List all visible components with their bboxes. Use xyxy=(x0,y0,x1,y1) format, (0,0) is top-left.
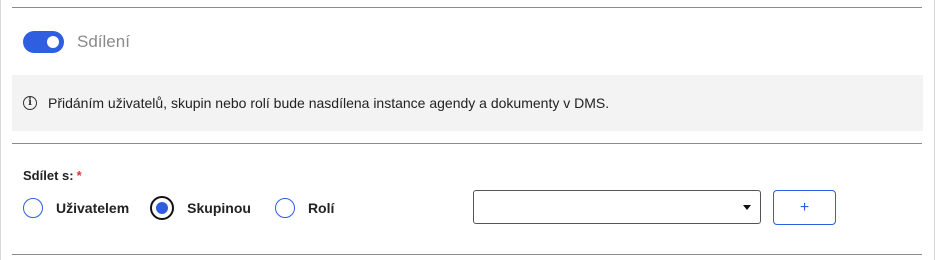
radio-groups-circle[interactable] xyxy=(150,196,175,220)
info-text: Přidáním uživatelů, skupin nebo rolí bud… xyxy=(48,95,610,111)
chevron-down-icon xyxy=(743,205,751,210)
divider-middle xyxy=(12,143,922,144)
radio-roles-circle[interactable] xyxy=(274,198,295,218)
radio-option-groups[interactable]: Skupinou xyxy=(150,196,251,220)
required-marker: * xyxy=(76,168,82,183)
radio-roles-label[interactable]: Rolí xyxy=(308,200,334,216)
sharing-panel: Sdílení i Přidáním uživatelů, skupin neb… xyxy=(0,0,935,260)
sharing-toggle[interactable] xyxy=(23,31,64,53)
divider-top xyxy=(12,7,922,8)
radio-option-users[interactable]: Uživatelem xyxy=(23,198,129,218)
share-type-radio-group: Uživatelem Skupinou Rolí xyxy=(23,196,334,220)
sharing-toggle-label: Sdílení xyxy=(77,32,130,51)
radio-groups-label[interactable]: Skupinou xyxy=(187,200,251,216)
info-icon-glyph: i xyxy=(28,97,32,108)
share-with-label: Sdílet s: * xyxy=(23,168,82,183)
share-with-label-text: Sdílet s: xyxy=(23,168,74,183)
divider-bottom xyxy=(12,254,922,255)
group-select[interactable] xyxy=(473,190,761,224)
radio-selected-dot xyxy=(156,202,169,214)
info-icon: i xyxy=(23,96,37,110)
panel-border-left xyxy=(0,0,1,260)
info-banner: i Přidáním uživatelů, skupin nebo rolí b… xyxy=(12,75,923,131)
sharing-toggle-row: Sdílení xyxy=(23,29,130,55)
radio-users-circle[interactable] xyxy=(23,198,43,218)
radio-option-roles[interactable]: Rolí xyxy=(274,198,334,218)
add-share-button[interactable]: + xyxy=(773,190,836,225)
radio-users-label[interactable]: Uživatelem xyxy=(56,200,129,216)
toggle-knob xyxy=(47,36,59,48)
